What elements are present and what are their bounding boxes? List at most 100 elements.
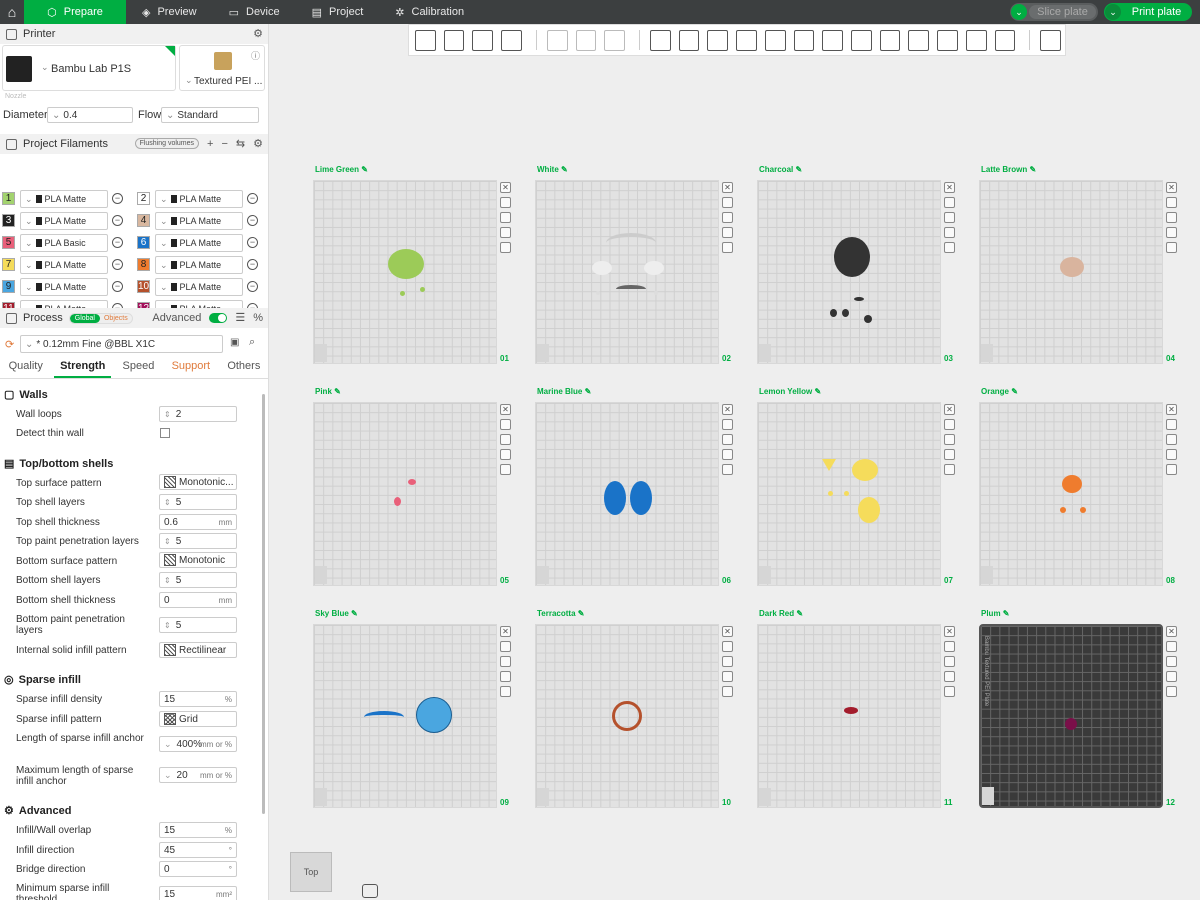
layers-edit-icon[interactable] <box>604 29 626 51</box>
lock-icon[interactable] <box>944 671 955 682</box>
plate-bed[interactable] <box>979 180 1163 364</box>
fit-view-icon[interactable] <box>362 884 378 898</box>
slice-plate-button[interactable]: ⌄ Slice plate <box>1010 3 1098 21</box>
bottom-surface-pattern-select[interactable]: Monotonic <box>159 552 237 568</box>
arrange-icon[interactable] <box>944 212 955 223</box>
edit-icon[interactable]: ✎ <box>585 387 592 396</box>
settings-icon[interactable] <box>1166 242 1177 253</box>
arrange-icon[interactable] <box>1166 212 1177 223</box>
plate-name[interactable]: Terracotta ✎ <box>537 609 584 618</box>
top-paint-penetration-input[interactable]: ⇕ 5 <box>159 533 237 549</box>
plate-bed[interactable] <box>757 180 941 364</box>
search-icon[interactable]: ⌕ <box>249 336 255 349</box>
detect-thin-wall-checkbox[interactable] <box>160 428 170 438</box>
remove-filament-icon[interactable]: − <box>247 215 258 226</box>
plate-bed[interactable] <box>535 180 719 364</box>
orient-icon[interactable] <box>722 419 733 430</box>
model-object[interactable] <box>844 491 849 496</box>
model-object[interactable] <box>842 309 849 317</box>
close-icon[interactable]: ✕ <box>500 626 511 637</box>
chevron-down-icon[interactable]: ⌄ <box>164 739 172 750</box>
settings-icon[interactable] <box>500 242 511 253</box>
sync-icon[interactable]: ⇆ <box>236 137 245 150</box>
model-object[interactable] <box>616 285 646 293</box>
settings-icon[interactable] <box>944 242 955 253</box>
model-object[interactable] <box>416 697 452 733</box>
plate-name[interactable]: Latte Brown ✎ <box>981 165 1036 174</box>
settings-icon[interactable] <box>722 464 733 475</box>
filament-select[interactable]: ⌄PLA Matte <box>155 190 243 208</box>
model-object[interactable] <box>644 261 664 275</box>
build-plate[interactable]: Lemon Yellow ✎ ✕ 07 <box>757 387 967 587</box>
flow-select[interactable]: ⌄ Standard <box>161 107 259 123</box>
infill-wall-overlap-input[interactable]: 15% <box>159 822 237 838</box>
orient-icon[interactable] <box>722 197 733 208</box>
top-shell-thickness-input[interactable]: 0.6 mm <box>159 514 237 530</box>
bottom-shell-thickness-input[interactable]: 0 mm <box>159 592 237 608</box>
lock-icon[interactable] <box>722 227 733 238</box>
orient-icon[interactable] <box>1166 419 1177 430</box>
rotate-icon[interactable] <box>678 29 700 51</box>
remove-filament-icon[interactable]: − <box>247 193 258 204</box>
lay-on-face-icon[interactable] <box>736 29 757 51</box>
orient-icon[interactable] <box>472 29 494 51</box>
plate-bed[interactable] <box>979 402 1163 586</box>
lock-icon[interactable] <box>500 671 511 682</box>
build-plate[interactable]: Latte Brown ✎ ✕ 04 <box>979 165 1189 365</box>
model-object[interactable] <box>408 479 416 485</box>
infill-anchor-input[interactable]: ⌄ 400% mm or % <box>159 736 237 752</box>
stepper-icon[interactable]: ⇕ <box>164 537 171 546</box>
arrange-icon[interactable] <box>1166 434 1177 445</box>
view-cube[interactable]: Top <box>290 852 332 892</box>
gear-icon[interactable]: ⚙ <box>253 137 263 150</box>
filament-number-badge[interactable]: 1 <box>2 192 15 205</box>
filament-number-badge[interactable]: 10 <box>137 280 150 293</box>
remove-filament-icon[interactable]: − <box>112 215 123 226</box>
filament-number-badge[interactable]: 4 <box>137 214 150 227</box>
plate-name[interactable]: Dark Red ✎ <box>759 609 803 618</box>
plate-bed[interactable] <box>535 402 719 586</box>
reset-icon[interactable]: ⟳ <box>5 338 14 351</box>
lock-icon[interactable] <box>500 449 511 460</box>
wall-loops-input[interactable]: ⇕ 2 <box>159 406 237 422</box>
filament-select[interactable]: ⌄PLA Matte <box>155 212 243 230</box>
flushing-volumes-button[interactable]: Flushing volumes <box>134 138 200 149</box>
chevron-down-icon[interactable]: ⌄ <box>1105 4 1121 20</box>
tab-quality[interactable]: Quality <box>3 360 49 378</box>
build-plate[interactable]: Lime Green ✎ ✕ 01 <box>313 165 523 365</box>
top-shell-layers-input[interactable]: ⇕ 5 <box>159 494 237 510</box>
text-icon[interactable] <box>879 29 901 51</box>
settings-icon[interactable] <box>722 686 733 697</box>
filament-select[interactable]: ⌄ PLA Basic <box>20 234 108 252</box>
plate-name[interactable]: Marine Blue ✎ <box>537 387 591 396</box>
model-object[interactable] <box>1060 507 1066 513</box>
tab-others[interactable]: Others <box>221 360 266 378</box>
filament-select[interactable]: ⌄PLA Matte <box>20 212 108 230</box>
filament-select[interactable]: ⌄PLA Matte <box>20 190 108 208</box>
edit-icon[interactable]: ✎ <box>351 609 358 618</box>
model-object[interactable] <box>596 291 600 295</box>
remove-filament-icon[interactable]: − <box>247 237 258 248</box>
lock-icon[interactable] <box>1166 449 1177 460</box>
bridge-direction-input[interactable]: 0 ° <box>159 861 237 877</box>
arrange-icon[interactable] <box>1166 656 1177 667</box>
infill-direction-input[interactable]: 45 ° <box>159 842 237 858</box>
model-object[interactable] <box>828 491 833 496</box>
plate-name[interactable]: Sky Blue ✎ <box>315 609 358 618</box>
support-paint-icon[interactable] <box>822 29 844 51</box>
copy-icon[interactable] <box>546 29 568 51</box>
arrange-grid-icon[interactable] <box>443 29 465 51</box>
arrange-icon[interactable] <box>722 434 733 445</box>
settings-icon[interactable] <box>500 464 511 475</box>
tab-speed[interactable]: Speed <box>117 360 161 378</box>
filament-number-badge[interactable]: 7 <box>2 258 15 271</box>
orient-icon[interactable] <box>944 197 955 208</box>
filament-select[interactable]: ⌄PLA Matte <box>20 278 108 296</box>
filament-select[interactable]: ⌄PLA Matte <box>20 256 108 274</box>
model-object[interactable] <box>1060 257 1084 277</box>
stepper-icon[interactable]: ⇕ <box>164 498 171 507</box>
remove-filament-icon[interactable]: − <box>112 193 123 204</box>
plate-bed[interactable] <box>313 402 497 586</box>
tab-calibration[interactable]: ✲ Calibration <box>379 0 480 24</box>
edit-icon[interactable]: ✎ <box>578 609 585 618</box>
